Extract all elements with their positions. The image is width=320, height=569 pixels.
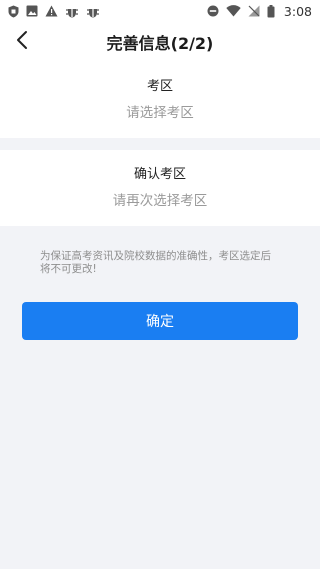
- do-not-disturb-icon: [207, 5, 219, 17]
- no-sim-icon: [248, 5, 260, 17]
- confirm-button[interactable]: 确定: [22, 302, 298, 340]
- chevron-left-icon: [16, 30, 28, 54]
- image-icon: [26, 5, 38, 17]
- shield-icon: [8, 5, 19, 18]
- exam-area-section: 考区 请选择考区: [0, 62, 320, 138]
- confirm-exam-area-select[interactable]: 请再次选择考区: [113, 192, 208, 210]
- header: 完善信息(2/2): [0, 22, 320, 62]
- status-time: 3:08: [283, 3, 312, 19]
- status-bar-right: 3:08: [207, 4, 312, 19]
- confirm-exam-area-label: 确认考区: [133, 167, 186, 182]
- exam-area-select[interactable]: 请选择考区: [126, 104, 194, 122]
- bug-icon: [65, 5, 79, 18]
- status-bar: 3:08: [0, 0, 320, 22]
- wifi-icon: [226, 5, 241, 17]
- confirm-exam-area-section: 确认考区 请再次选择考区: [0, 150, 320, 226]
- page-title: 完善信息(2/2): [106, 34, 214, 53]
- warning-icon: [45, 5, 58, 17]
- back-button[interactable]: [6, 26, 38, 58]
- bug-icon: [86, 5, 100, 18]
- exam-area-label: 考区: [146, 79, 173, 94]
- status-bar-left: [8, 5, 100, 18]
- battery-icon: [267, 4, 275, 18]
- notice-text: 为保证高考资讯及院校数据的准确性，考区选定后将不可更改!: [40, 250, 271, 275]
